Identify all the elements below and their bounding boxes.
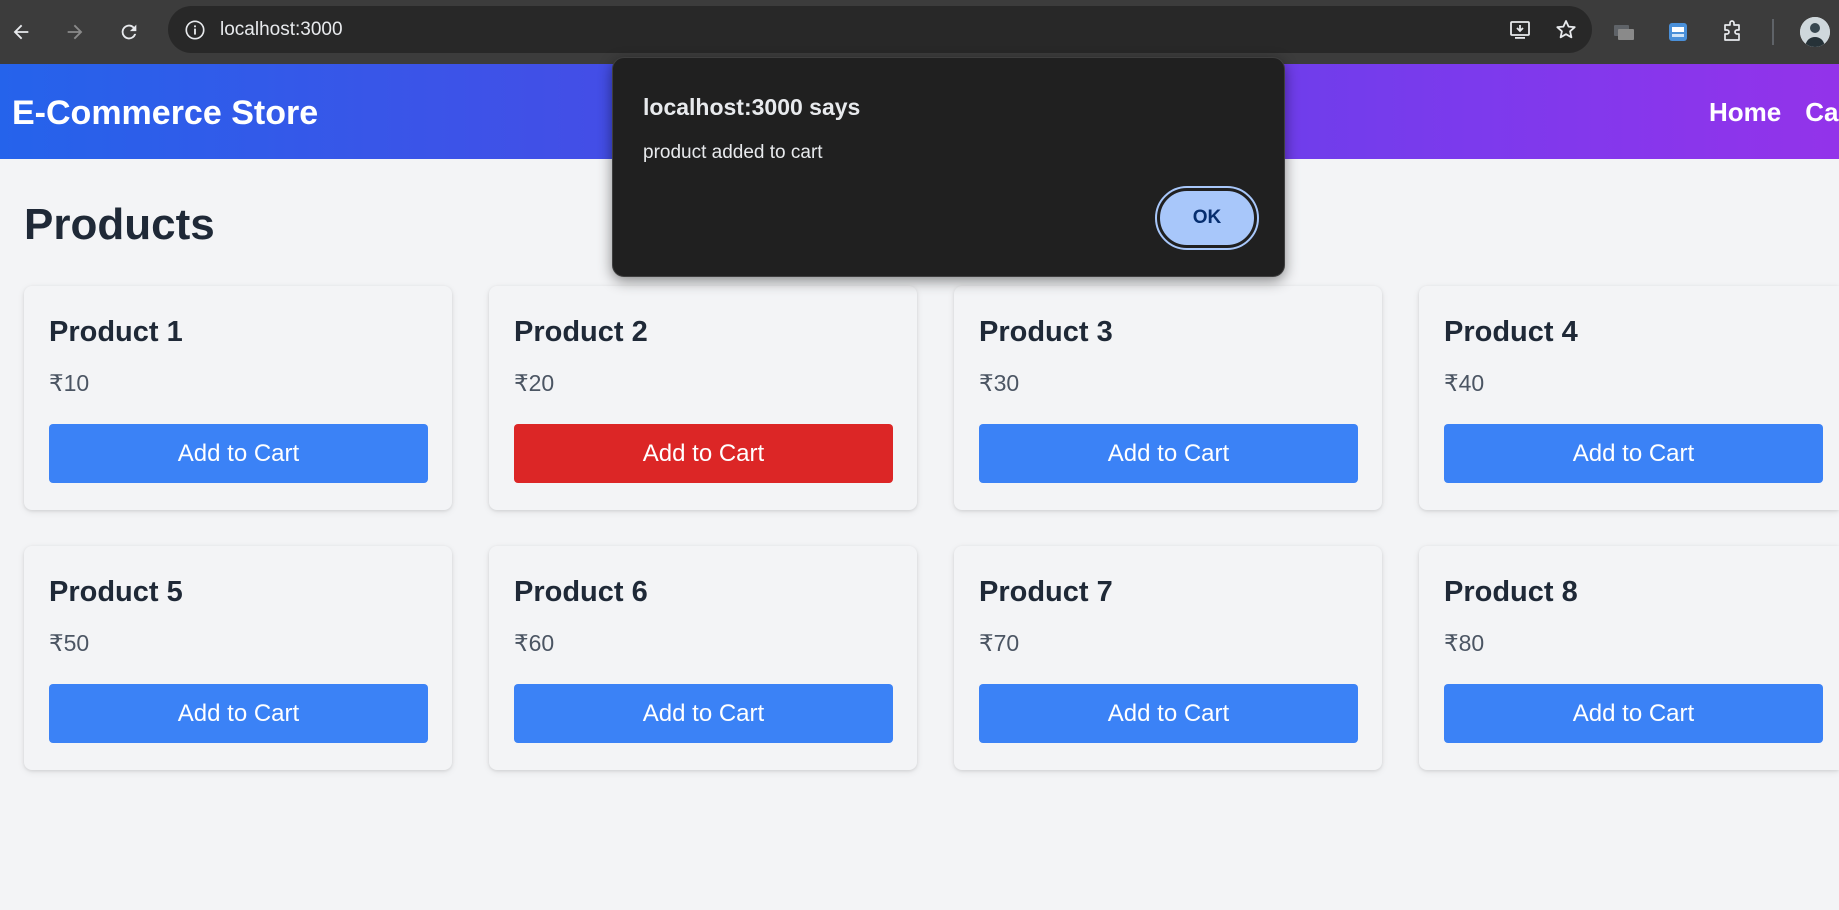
product-name: Product 4 — [1444, 316, 1578, 348]
add-to-cart-button[interactable]: Add to Cart — [514, 424, 893, 483]
add-to-cart-button[interactable]: Add to Cart — [1444, 424, 1823, 483]
profile-avatar[interactable] — [1800, 17, 1830, 47]
product-card: Product 3 ₹30 Add to Cart — [954, 286, 1382, 510]
product-name: Product 5 — [49, 576, 183, 608]
product-card: Product 2 ₹20 Add to Cart — [489, 286, 917, 510]
nav-home-link[interactable]: Home — [1709, 97, 1781, 128]
address-bar[interactable]: localhost:3000 — [168, 6, 1592, 53]
back-button[interactable] — [4, 15, 38, 49]
product-price: ₹60 — [514, 630, 555, 656]
arrow-left-icon — [13, 24, 29, 40]
product-card: Product 5 ₹50 Add to Cart — [24, 546, 452, 770]
dialog-title: localhost:3000 says — [643, 94, 861, 120]
site-info-icon[interactable] — [182, 17, 208, 43]
product-name: Product 6 — [514, 576, 648, 608]
install-app-icon[interactable] — [1508, 18, 1532, 42]
add-to-cart-button[interactable]: Add to Cart — [979, 684, 1358, 743]
nav-cart-link[interactable]: Ca — [1805, 97, 1838, 128]
forward-button[interactable] — [58, 15, 92, 49]
extensions-area — [1610, 0, 1830, 64]
reload-button[interactable] — [112, 15, 146, 49]
product-price: ₹80 — [1444, 630, 1485, 656]
arrow-right-icon — [67, 24, 83, 40]
page-title: Products — [24, 200, 215, 249]
product-card: Product 6 ₹60 Add to Cart — [489, 546, 917, 770]
product-name: Product 2 — [514, 316, 648, 348]
dialog-message: product added to cart — [643, 142, 823, 163]
product-name: Product 1 — [49, 316, 183, 348]
product-card: Product 4 ₹40 Add to Cart — [1419, 286, 1839, 510]
product-name: Product 7 — [979, 576, 1113, 608]
reload-icon — [121, 24, 137, 40]
product-name: Product 8 — [1444, 576, 1578, 608]
add-to-cart-button[interactable]: Add to Cart — [49, 424, 428, 483]
product-card: Product 7 ₹70 Add to Cart — [954, 546, 1382, 770]
store-title: E-Commerce Store — [12, 94, 319, 132]
add-to-cart-button[interactable]: Add to Cart — [49, 684, 428, 743]
product-name: Product 3 — [979, 316, 1113, 348]
toolbar-divider — [1772, 19, 1774, 45]
tab-search-icon[interactable] — [1610, 18, 1638, 46]
product-price: ₹20 — [514, 370, 555, 396]
header-nav: Home Ca — [1709, 97, 1839, 128]
extension-icon[interactable] — [1664, 18, 1692, 46]
bookmark-star-icon[interactable] — [1554, 18, 1578, 42]
dialog-ok-button[interactable]: OK — [1155, 186, 1259, 250]
product-price: ₹30 — [979, 370, 1020, 396]
url-text: localhost:3000 — [220, 18, 343, 40]
product-price: ₹70 — [979, 630, 1020, 656]
alert-dialog: localhost:3000 says product added to car… — [612, 57, 1285, 277]
product-card: Product 8 ₹80 Add to Cart — [1419, 546, 1839, 770]
product-price: ₹40 — [1444, 370, 1485, 396]
add-to-cart-button[interactable]: Add to Cart — [514, 684, 893, 743]
extensions-puzzle-icon[interactable] — [1718, 18, 1746, 46]
product-price: ₹10 — [49, 370, 90, 396]
add-to-cart-button[interactable]: Add to Cart — [979, 424, 1358, 483]
browser-toolbar: localhost:3000 — [0, 0, 1839, 64]
product-card: Product 1 ₹10 Add to Cart — [24, 286, 452, 510]
product-price: ₹50 — [49, 630, 90, 656]
add-to-cart-button[interactable]: Add to Cart — [1444, 684, 1823, 743]
